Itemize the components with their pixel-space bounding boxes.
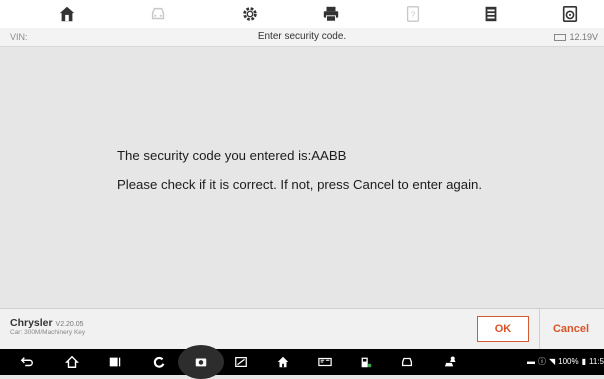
home-nav-icon[interactable] xyxy=(64,354,80,370)
security-code-message: The security code you entered is:AABB xyxy=(117,148,347,163)
car-nav-icon[interactable] xyxy=(399,354,415,370)
battery-voltage: 12.19V xyxy=(554,32,598,42)
vci-icon[interactable] xyxy=(317,354,333,370)
battery-icon xyxy=(554,33,567,41)
button-divider xyxy=(539,309,540,349)
system-nav-bar: ▬ ⓘ ◥ 100% ▮ 11:5 xyxy=(0,345,604,379)
svg-text:?: ? xyxy=(411,11,416,20)
fuel-icon[interactable] xyxy=(358,354,374,370)
clock: 11:5 xyxy=(589,357,604,366)
camera-icon[interactable] xyxy=(193,354,209,370)
disk-icon[interactable] xyxy=(560,4,580,24)
brand-name: Chrysler xyxy=(10,317,53,329)
settings-icon[interactable] xyxy=(240,4,260,24)
ok-button[interactable]: OK xyxy=(477,316,529,342)
car-info: Car: 300M/Machinery Key xyxy=(10,329,86,336)
back-icon[interactable] xyxy=(19,354,35,370)
top-toolbar: ? xyxy=(0,0,604,28)
home-icon[interactable] xyxy=(57,4,77,24)
help-icon[interactable]: ? xyxy=(403,4,423,24)
wifi-icon: ◥ xyxy=(548,357,556,366)
battery-percent: 100% xyxy=(558,357,579,366)
screenshot-icon[interactable] xyxy=(233,354,249,370)
message-area: The security code you entered is:AABB Pl… xyxy=(0,47,604,308)
instruction-message: Please check if it is correct. If not, p… xyxy=(117,177,483,192)
car-icon[interactable] xyxy=(148,4,168,24)
user-car-icon[interactable] xyxy=(443,354,459,370)
refresh-icon[interactable] xyxy=(151,354,167,370)
software-version: V2.20.05 xyxy=(55,321,84,328)
status-area: ▬ ⓘ ◥ 100% ▮ 11:5 xyxy=(527,356,604,367)
action-bar: Chrysler V2.20.05 Car: 300M/Machinery Ke… xyxy=(0,308,604,349)
phone-battery-icon: ▮ xyxy=(581,357,587,366)
home-app-icon[interactable] xyxy=(275,354,291,370)
cancel-button[interactable]: Cancel xyxy=(542,316,600,342)
page-title: Enter security code. xyxy=(257,31,347,42)
vehicle-brand: Chrysler V2.20.05 xyxy=(10,317,84,329)
info-bar: VIN: Enter security code. 12.19V xyxy=(0,28,604,47)
chat-icon: ▬ xyxy=(526,357,535,366)
alert-icon: ⓘ xyxy=(537,357,546,366)
data-icon[interactable] xyxy=(481,4,501,24)
print-icon[interactable] xyxy=(321,4,341,24)
battery-voltage-value: 12.19V xyxy=(569,32,598,42)
recent-apps-icon[interactable] xyxy=(107,354,123,370)
